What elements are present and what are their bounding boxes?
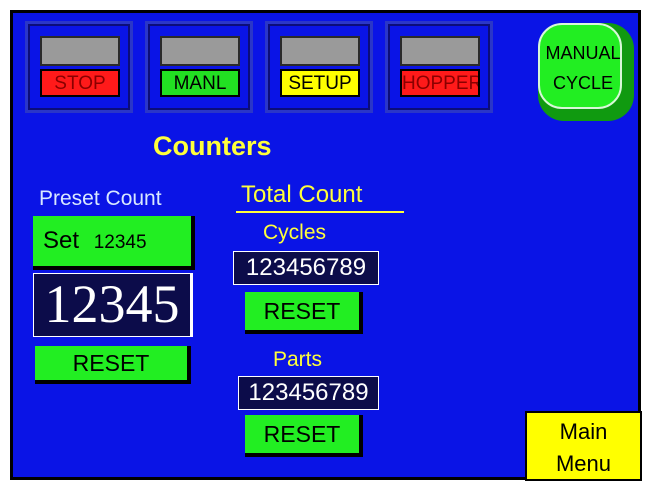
status-lamp bbox=[160, 36, 240, 66]
preset-reset-button[interactable]: RESET bbox=[35, 346, 191, 384]
total-count-underline bbox=[236, 211, 404, 213]
main-menu-label-line1: Main bbox=[559, 419, 608, 444]
set-preset-button-value: 12345 bbox=[93, 232, 147, 253]
parts-count-display: 123456789 bbox=[238, 376, 379, 410]
cycles-reset-button[interactable]: RESET bbox=[245, 292, 363, 334]
main-menu-label-line2: Menu bbox=[555, 451, 612, 476]
manual-cycle-button[interactable]: MANUAL CYCLE bbox=[538, 23, 634, 121]
manual-cycle-face[interactable]: MANUAL CYCLE bbox=[538, 23, 622, 109]
status-lamp bbox=[40, 36, 120, 66]
page-title: Counters bbox=[153, 131, 272, 161]
set-preset-button-label: Set bbox=[43, 227, 80, 254]
parts-label: Parts bbox=[273, 348, 323, 371]
cycles-count-display: 123456789 bbox=[233, 251, 379, 285]
status-lamp bbox=[400, 36, 480, 66]
manual-cycle-label-line1: MANUAL bbox=[545, 43, 621, 63]
status-label-manl: MANL bbox=[160, 69, 240, 97]
total-count-heading: Total Count bbox=[241, 181, 363, 208]
status-label-stop: STOP bbox=[40, 69, 120, 97]
status-light-hopper: HOPPER bbox=[385, 21, 493, 113]
cycles-label: Cycles bbox=[263, 221, 327, 244]
status-label-hopper: HOPPER bbox=[400, 69, 480, 97]
status-lamp bbox=[280, 36, 360, 66]
main-menu-button[interactable]: Main Menu bbox=[525, 411, 642, 481]
hmi-screen: STOP MANL SETUP HOPPER MANUAL CYCLE Coun… bbox=[10, 10, 642, 481]
status-light-stop: STOP bbox=[25, 21, 133, 113]
preset-count-display: 12345 bbox=[33, 273, 193, 337]
status-label-setup: SETUP bbox=[280, 69, 360, 97]
preset-count-heading: Preset Count bbox=[39, 187, 162, 210]
status-light-setup: SETUP bbox=[265, 21, 373, 113]
parts-reset-button[interactable]: RESET bbox=[245, 415, 363, 457]
status-light-manl: MANL bbox=[145, 21, 253, 113]
manual-cycle-label-line2: CYCLE bbox=[552, 73, 614, 93]
set-preset-button[interactable]: Set 12345 bbox=[33, 216, 195, 270]
